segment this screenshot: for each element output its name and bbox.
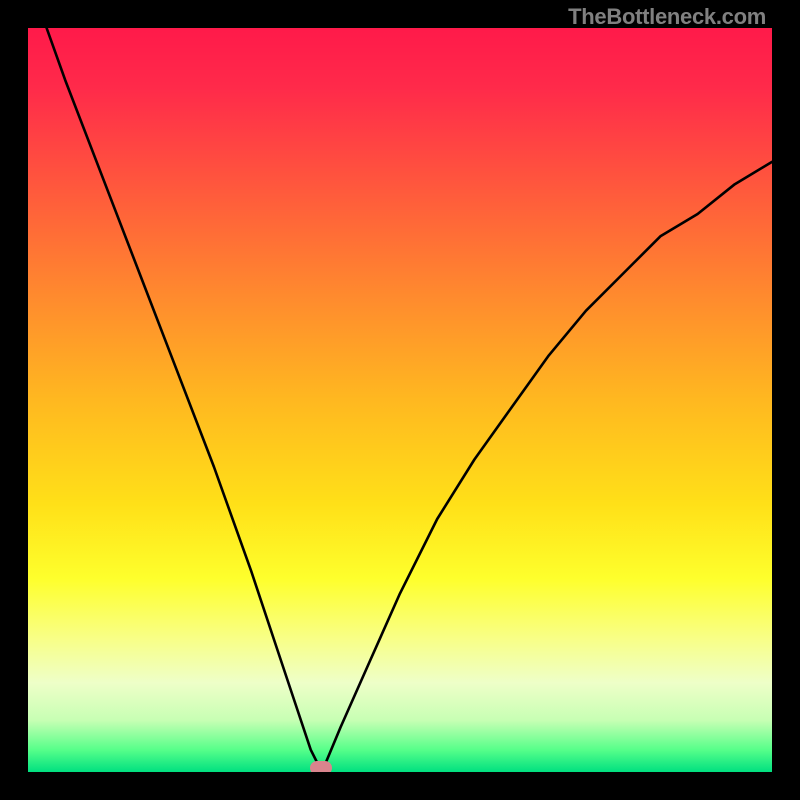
optimal-marker	[310, 761, 332, 772]
chart-frame: TheBottleneck.com	[0, 0, 800, 800]
watermark-label: TheBottleneck.com	[568, 4, 766, 30]
plot-area	[28, 28, 772, 772]
bottleneck-curve	[28, 28, 772, 772]
